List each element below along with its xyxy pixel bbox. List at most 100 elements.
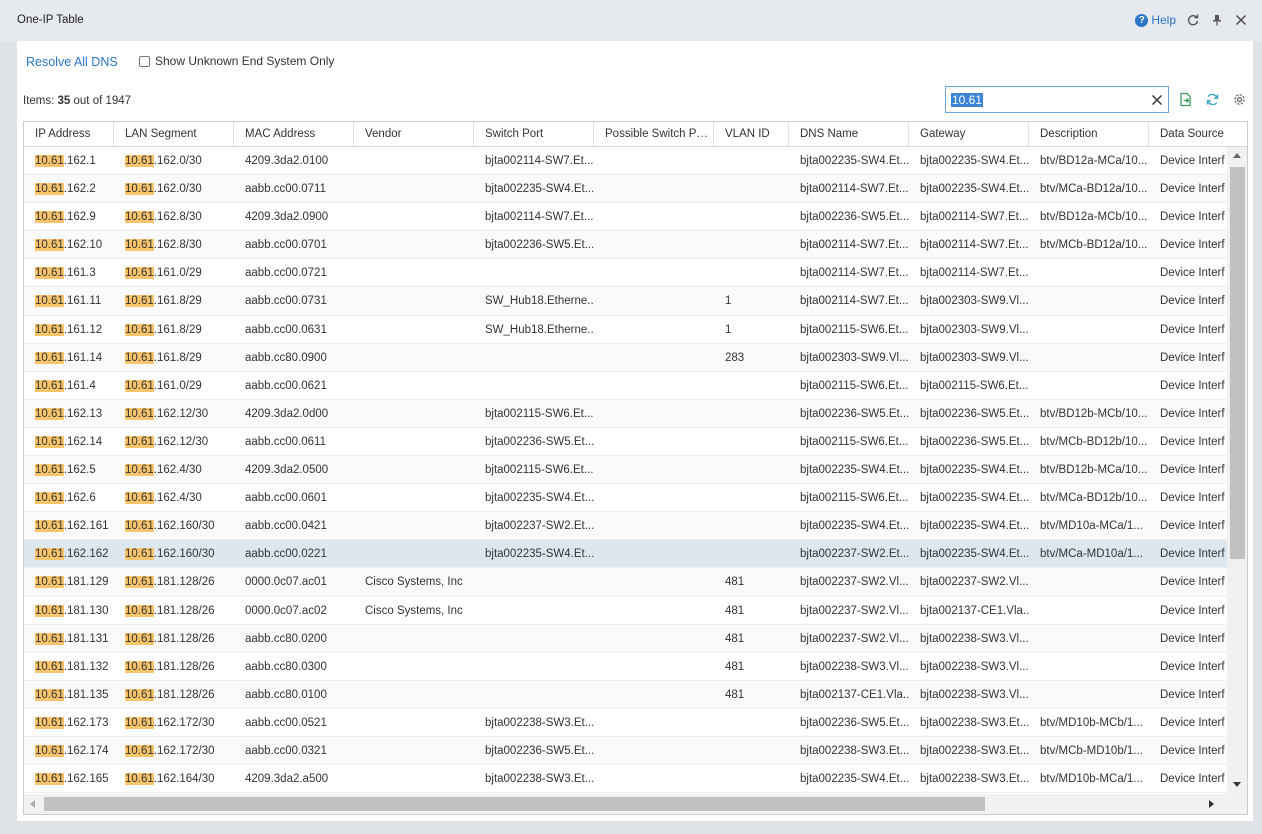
table-row[interactable]: 10.61.161.4 10.61.161.0/29 aabb.cc00.0621 b… [24, 372, 1227, 400]
scroll-down-arrow-icon[interactable] [1233, 782, 1241, 787]
table-row[interactable]: 10.61.162.5 10.61.162.4/30 4209.3da2.0500 b… [24, 456, 1227, 485]
table-row[interactable]: 10.61.162.9 10.61.162.8/30 4209.3da2.0900 b… [24, 203, 1227, 232]
vendor-cell [354, 456, 474, 483]
data-source-cell: Device Interf [1160, 632, 1225, 645]
column-header-ip-address[interactable]: IP Address [24, 122, 114, 147]
possible-switch-port-cell [594, 737, 714, 764]
horizontal-scroll-thumb[interactable] [44, 797, 985, 811]
refresh-icon[interactable] [1186, 13, 1200, 27]
table-row[interactable]: 10.61.161.12 10.61.161.8/29 aabb.cc00.0631… [24, 316, 1227, 344]
table-row[interactable]: 10.61.162.14 10.61.162.12/30 aabb.cc00.061… [24, 428, 1227, 457]
table-row[interactable]: 10.61.162.165 10.61.162.164/30 4209.3da2.a… [24, 765, 1227, 794]
vertical-scroll-thumb[interactable] [1230, 167, 1245, 559]
scroll-left-arrow-icon[interactable] [30, 800, 35, 808]
dns-name-cell: bjta002114-SW7.Et... [800, 295, 909, 308]
description-cell [1029, 372, 1149, 399]
table-row[interactable]: 10.61.162.2 10.61.162.0/30 aabb.cc00.0711 b… [24, 175, 1227, 204]
description-cell: btv/MCa-BD12a/10... [1040, 183, 1148, 196]
table-row[interactable]: 10.61.162.10 10.61.162.8/30 aabb.cc00.0701… [24, 231, 1227, 260]
dns-name-cell: bjta002114-SW7.Et... [800, 183, 909, 196]
clear-search-icon[interactable] [1150, 93, 1164, 107]
unknown-end-system-option[interactable]: Show Unknown End System Only [139, 54, 334, 68]
switch-port-cell [474, 568, 594, 595]
column-header-dns-name[interactable]: DNS Name [789, 122, 909, 147]
vlan-id-cell [714, 203, 789, 230]
gateway-cell: bjta002303-SW9.Vl... [920, 351, 1029, 364]
dns-name-cell: bjta002236-SW5.Et... [800, 407, 909, 420]
table-row[interactable]: 10.61.162.13 10.61.162.12/30 4209.3da2.0d0… [24, 399, 1227, 428]
column-header-vlan-id[interactable]: VLAN ID [714, 122, 789, 147]
scroll-up-arrow-icon[interactable] [1233, 153, 1241, 158]
gear-icon[interactable] [1232, 92, 1247, 107]
dns-name-cell: bjta002115-SW6.Et... [800, 492, 909, 505]
possible-switch-port-cell [594, 344, 714, 371]
table-row[interactable]: 10.61.181.131 10.61.181.128/26 aabb.cc80.0… [24, 624, 1227, 653]
table-row[interactable]: 10.61.161.3 10.61.161.0/29 aabb.cc00.0721 b… [24, 259, 1227, 288]
mac-address-cell: aabb.cc00.0421 [245, 520, 327, 533]
ip-address-cell: 10.61.162.9 [35, 211, 96, 224]
column-header-vendor[interactable]: Vendor [354, 122, 474, 147]
gateway-cell: bjta002114-SW7.Et... [920, 239, 1029, 252]
close-icon[interactable] [1234, 13, 1248, 27]
lan-segment-cell: 10.61.181.128/26 [125, 576, 215, 589]
table-row[interactable]: 10.61.162.6 10.61.162.4/30 aabb.cc00.0601 b… [24, 484, 1227, 513]
table-row[interactable]: 10.61.181.130 10.61.181.128/26 0000.0c07.a… [24, 597, 1227, 625]
switch-port-cell [474, 681, 594, 708]
table-row[interactable]: 10.61.161.11 10.61.161.8/29 aabb.cc00.0731… [24, 287, 1227, 316]
dns-name-cell: bjta002236-SW5.Et... [800, 716, 909, 729]
pin-icon[interactable] [1210, 13, 1224, 27]
resolve-all-dns-link[interactable]: Resolve All DNS [26, 55, 118, 69]
scroll-right-arrow-icon[interactable] [1209, 800, 1214, 808]
switch-port-cell: bjta002235-SW4.Et... [485, 183, 594, 196]
lan-segment-cell: 10.61.162.4/30 [125, 464, 202, 477]
table-row[interactable]: 10.61.162.161 10.61.162.160/30 aabb.cc00.0… [24, 512, 1227, 541]
vendor-cell: Cisco Systems, Inc [365, 576, 463, 589]
table-row[interactable]: 10.61.181.129 10.61.181.128/26 0000.0c07.a… [24, 568, 1227, 597]
vlan-id-cell: 1 [725, 295, 732, 308]
column-header-description[interactable]: Description [1029, 122, 1149, 147]
unknown-end-system-checkbox[interactable] [139, 55, 150, 67]
table-row[interactable]: 10.61.181.135 10.61.181.128/26 aabb.cc80.0… [24, 680, 1227, 709]
description-cell: btv/BD12b-MCb/10... [1040, 407, 1148, 420]
gateway-cell: bjta002238-SW3.Vl... [920, 660, 1029, 673]
vendor-cell [354, 287, 474, 314]
data-source-cell: Device Interf [1160, 520, 1225, 533]
gateway-cell: bjta002235-SW4.Et... [920, 492, 1029, 505]
possible-switch-port-cell [594, 175, 714, 202]
export-icon[interactable] [1178, 92, 1193, 107]
lan-segment-cell: 10.61.181.128/26 [125, 688, 215, 701]
ip-address-cell: 10.61.162.2 [35, 183, 96, 196]
mac-address-cell: aabb.cc00.0721 [245, 267, 327, 280]
column-header-data-source[interactable]: Data Source [1149, 122, 1247, 147]
table-row[interactable]: 10.61.181.132 10.61.181.128/26 aabb.cc80.0… [24, 653, 1227, 681]
dns-name-cell: bjta002235-SW4.Et... [800, 464, 909, 477]
table-row[interactable]: 10.61.162.162 10.61.162.160/30 aabb.cc00.0… [24, 540, 1227, 569]
table-row[interactable]: 10.61.162.1 10.61.162.0/30 4209.3da2.0100 b… [24, 147, 1227, 176]
ip-address-cell: 10.61.162.161 [35, 520, 109, 533]
mac-address-cell: aabb.cc00.0731 [245, 295, 327, 308]
switch-port-cell: bjta002235-SW4.Et... [485, 492, 594, 505]
lan-segment-cell: 10.61.161.0/29 [125, 267, 202, 280]
mac-address-cell: 0000.0c07.ac01 [245, 576, 327, 589]
data-source-cell: Device Interf [1160, 267, 1225, 280]
column-header-mac-address[interactable]: MAC Address [234, 122, 354, 147]
vertical-scrollbar[interactable] [1227, 147, 1247, 794]
gateway-cell: bjta002114-SW7.Et... [920, 211, 1029, 224]
sync-icon[interactable] [1205, 92, 1220, 107]
description-cell: btv/BD12b-MCa/10... [1040, 464, 1148, 477]
data-source-cell: Device Interf [1160, 211, 1225, 224]
column-header-gateway[interactable]: Gateway [909, 122, 1029, 147]
horizontal-scrollbar[interactable] [24, 794, 1227, 814]
description-cell [1029, 316, 1149, 343]
dns-name-cell: bjta002238-SW3.Vl... [800, 660, 909, 673]
column-header-possible-switch-port[interactable]: Possible Switch Por... [594, 122, 714, 147]
ip-address-cell: 10.61.181.130 [35, 604, 109, 617]
table-row[interactable]: 10.61.161.14 10.61.161.8/29 aabb.cc80.0900… [24, 343, 1227, 372]
column-header-switch-port[interactable]: Switch Port [474, 122, 594, 147]
table-row[interactable]: 10.61.162.174 10.61.162.172/30 aabb.cc00.0… [24, 736, 1227, 766]
column-header-lan-segment[interactable]: LAN Segment [114, 122, 234, 147]
table-row[interactable]: 10.61.162.173 10.61.162.172/30 aabb.cc00.0… [24, 709, 1227, 737]
vendor-cell [354, 737, 474, 764]
help-button[interactable]: ? Help [1135, 13, 1176, 27]
mac-address-cell: aabb.cc80.0300 [245, 660, 327, 673]
